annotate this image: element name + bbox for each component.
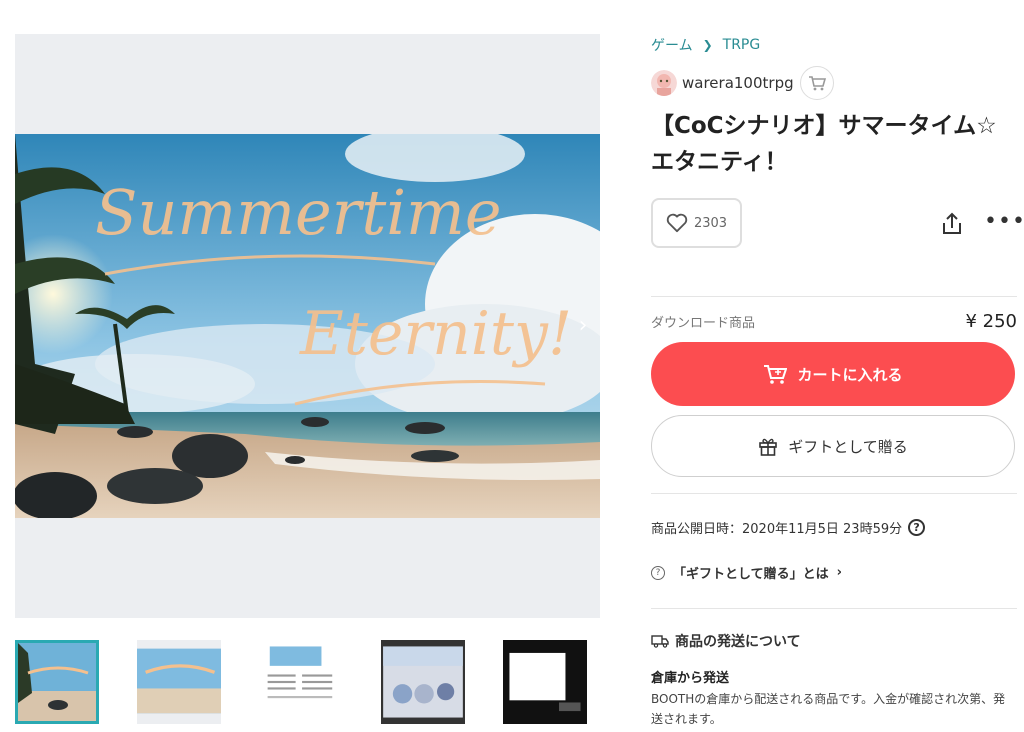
gift-label: ギフトとして贈る bbox=[788, 437, 908, 456]
shipping-method: 倉庫から発送 bbox=[651, 671, 730, 686]
share-icon[interactable] bbox=[941, 212, 963, 236]
chevron-right-icon: › bbox=[836, 565, 842, 580]
product-price: ¥ 250 bbox=[965, 311, 1017, 332]
shipping-heading-text: 商品の発送について bbox=[675, 634, 801, 650]
breadcrumb: ゲーム ❯ TRPG bbox=[651, 30, 1017, 60]
chevron-right-icon: ❯ bbox=[702, 38, 713, 52]
gift-icon bbox=[759, 438, 778, 456]
main-image-title-line2: Eternity! bbox=[299, 299, 572, 369]
product-title: 【CoCシナリオ】サマータイム☆エタニティ！ bbox=[651, 113, 997, 175]
avatar[interactable] bbox=[651, 70, 677, 96]
shipping-heading: 商品の発送について bbox=[651, 631, 1017, 651]
product-kind: ダウンロード商品 bbox=[651, 316, 756, 331]
shop-name-link[interactable]: warera100trpg bbox=[682, 74, 794, 92]
more-icon[interactable]: ••• bbox=[984, 211, 1024, 233]
publish-date: 商品公開日時：2020年11月5日 23時59分 ? bbox=[651, 518, 1017, 537]
gift-help-link[interactable]: ? 「ギフトとして贈る」とは › bbox=[651, 563, 1017, 582]
action-row: 2303 ••• bbox=[651, 198, 1024, 250]
thumbnail-strip bbox=[15, 640, 600, 724]
thumbnail-3[interactable] bbox=[259, 640, 343, 724]
gift-help-text: 「ギフトとして贈る」とは bbox=[673, 567, 829, 582]
publish-date-text: 商品公開日時：2020年11月5日 23時59分 bbox=[651, 522, 903, 537]
divider bbox=[651, 296, 1017, 297]
add-to-cart-button[interactable]: カートに入れる bbox=[651, 342, 1015, 406]
add-to-cart-label: カートに入れる bbox=[797, 365, 903, 384]
breadcrumb-subcategory[interactable]: TRPG bbox=[723, 37, 761, 53]
thumbnail-1[interactable] bbox=[15, 640, 99, 724]
heart-icon bbox=[666, 213, 688, 233]
product-info-panel: ゲーム ❯ TRPG warera100trpg 【CoCシナリオ】サマータイム… bbox=[651, 30, 1024, 729]
breadcrumb-category[interactable]: ゲーム bbox=[651, 35, 693, 55]
image-gallery: Summertime Eternity! › bbox=[15, 34, 600, 618]
cart-icon bbox=[764, 365, 788, 384]
thumbnail-5[interactable] bbox=[503, 640, 587, 724]
divider bbox=[651, 608, 1017, 609]
cart-icon[interactable] bbox=[799, 66, 834, 100]
question-icon[interactable]: ? bbox=[908, 519, 926, 536]
like-count: 2303 bbox=[693, 215, 728, 231]
question-icon: ? bbox=[651, 565, 665, 580]
gift-button[interactable]: ギフトとして贈る bbox=[651, 415, 1015, 477]
divider bbox=[651, 493, 1017, 494]
like-button[interactable]: 2303 bbox=[651, 198, 742, 248]
price-row: ダウンロード商品 ¥ 250 bbox=[651, 311, 1017, 332]
shop-row: warera100trpg bbox=[651, 66, 1017, 100]
shipping-description: BOOTHの倉庫から配送される商品です。入金が確認され次第、発送されます。 bbox=[651, 692, 1006, 726]
main-product-image[interactable]: Summertime Eternity! bbox=[15, 134, 600, 518]
thumbnail-2[interactable] bbox=[137, 640, 221, 724]
truck-icon bbox=[651, 635, 669, 648]
main-image-title-line1: Summertime bbox=[95, 176, 502, 249]
chevron-right-icon[interactable]: › bbox=[572, 312, 594, 340]
thumbnail-4[interactable] bbox=[381, 640, 465, 724]
